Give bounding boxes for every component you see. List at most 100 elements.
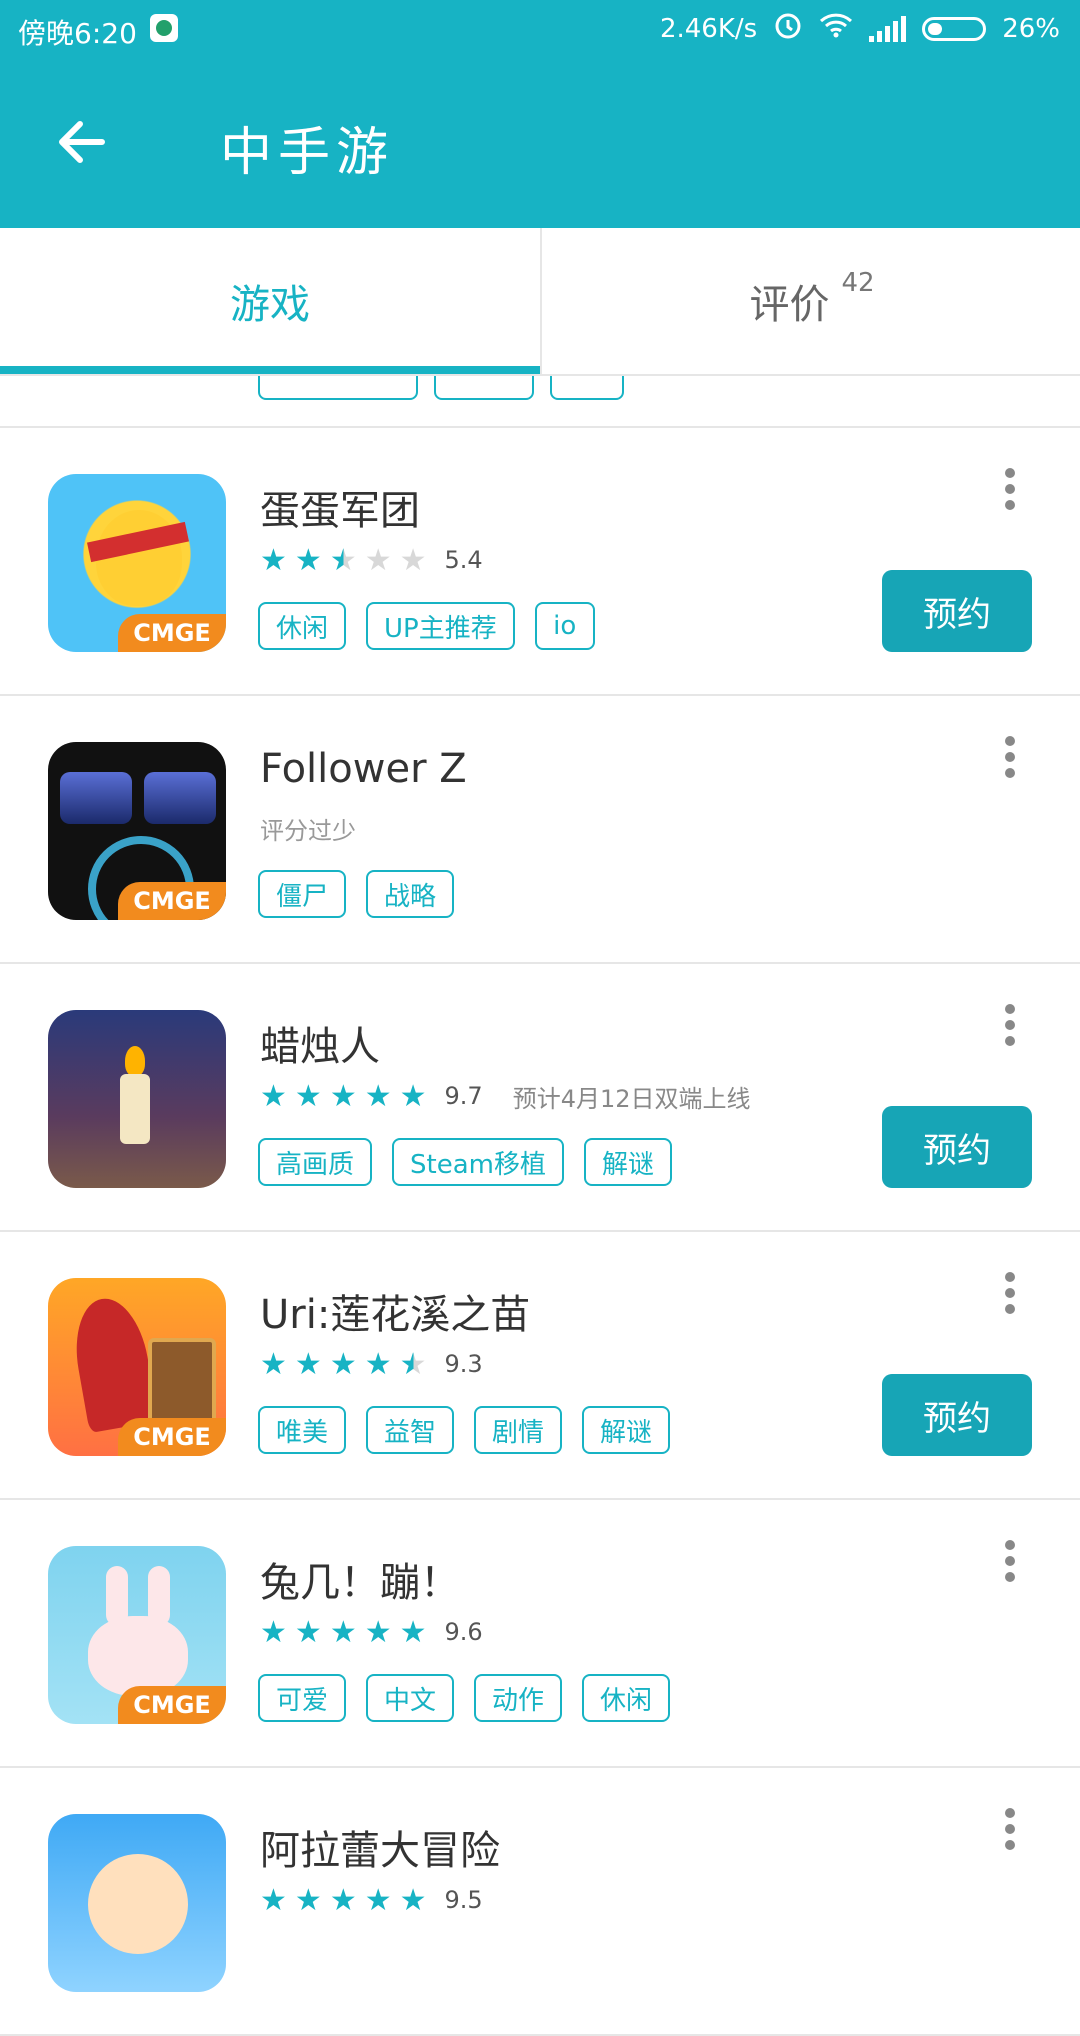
publisher-badge: CMGE (118, 882, 226, 920)
more-vert-icon[interactable] (998, 462, 1022, 516)
reserve-button[interactable]: 预约 (882, 570, 1032, 652)
tab-games[interactable]: 游戏 (0, 228, 540, 374)
tag-list: 高画质 Steam移植 解谜 (258, 1138, 672, 1186)
game-name: 阿拉蕾大冒险 (260, 1828, 500, 1874)
star-empty-icon: ★ (364, 542, 392, 578)
tab-games-label: 游戏 (230, 282, 310, 328)
star-icon: ★ (260, 1614, 287, 1650)
publisher-badge: CMGE (118, 1418, 226, 1456)
star-icon: ★ (294, 542, 322, 578)
arrow-left-icon[interactable] (52, 112, 112, 172)
tag[interactable]: 休闲 (258, 602, 347, 650)
tag[interactable]: 唯美 (258, 1406, 347, 1454)
page-title: 中手游 (220, 123, 395, 183)
game-name: 蜡烛人 (260, 1024, 380, 1070)
tag[interactable]: 剧情 (474, 1406, 563, 1454)
battery-percent: 26% (1002, 13, 1060, 44)
tag[interactable]: 益智 (366, 1406, 455, 1454)
tag-list: 休闲 UP主推荐 io (258, 602, 595, 650)
star-icon: ★ (260, 1882, 287, 1918)
game-name: 蛋蛋军团 (260, 488, 420, 534)
game-icon (48, 1010, 226, 1188)
tab-reviews[interactable]: 评价 42 (540, 228, 1080, 374)
list-item[interactable]: 阿拉蕾大冒险 ★ ★ ★ ★ ★ 9.5 (0, 1768, 1080, 2036)
rating: ★ ★ ★ ★ ★ 9.5 (260, 1880, 483, 1920)
tag-chip-partial (434, 376, 534, 400)
tag[interactable]: 高画质 (258, 1138, 373, 1186)
star-icon: ★ (364, 1614, 392, 1650)
alarm-icon (773, 10, 803, 47)
tag[interactable]: 休闲 (582, 1674, 671, 1722)
network-speed: 2.46K/s (659, 13, 758, 44)
app-bar: 中手游 (0, 64, 1080, 228)
tab-bar: 游戏 评价 42 (0, 228, 1080, 376)
star-half-icon: ★ (399, 1346, 427, 1382)
star-icon: ★ (329, 1078, 357, 1114)
list-item[interactable]: CMGE 蛋蛋军团 ★ ★ ★ ★ ★ 5.4 休闲 UP主推荐 io 预约 (0, 428, 1080, 696)
star-icon: ★ (364, 1078, 392, 1114)
tag[interactable]: 解谜 (583, 1138, 672, 1186)
more-vert-icon[interactable] (998, 1802, 1022, 1856)
tag-list: 唯美 益智 剧情 解谜 (258, 1406, 671, 1454)
game-icon: CMGE (48, 742, 226, 920)
list-item[interactable]: CMGE Follower Z 评分过少 僵尸 战略 (0, 696, 1080, 964)
tag[interactable]: Steam移植 (392, 1138, 564, 1186)
star-icon: ★ (260, 542, 287, 578)
star-empty-icon: ★ (399, 542, 427, 578)
star-icon: ★ (294, 1614, 322, 1650)
tag[interactable]: 解谜 (582, 1406, 671, 1454)
star-half-icon: ★ (329, 542, 357, 578)
tag[interactable]: 可爱 (258, 1674, 347, 1722)
reserve-button[interactable]: 预约 (882, 1374, 1032, 1456)
rating-score: 9.3 (444, 1350, 483, 1378)
tag[interactable]: 动作 (474, 1674, 563, 1722)
game-icon (48, 1814, 226, 1992)
tag[interactable]: UP主推荐 (366, 602, 515, 650)
game-name: Follower Z (260, 746, 467, 792)
star-icon: ★ (364, 1346, 392, 1382)
game-icon: CMGE (48, 1278, 226, 1456)
star-icon: ★ (329, 1346, 357, 1382)
more-vert-icon[interactable] (998, 1534, 1022, 1588)
review-count-badge: 42 (841, 268, 875, 298)
tag[interactable]: 僵尸 (258, 870, 347, 918)
list-item-partial (0, 376, 1080, 428)
reserve-button[interactable]: 预约 (882, 1106, 1032, 1188)
rating-score: 9.7 (444, 1082, 483, 1110)
signal-icon (869, 15, 907, 42)
star-icon: ★ (364, 1882, 392, 1918)
wifi-icon (819, 12, 853, 45)
star-icon: ★ (399, 1614, 427, 1650)
status-bar: 傍晚6:20 2.46K/s 26% (0, 0, 1080, 64)
tag[interactable]: 中文 (366, 1674, 455, 1722)
tag-chip-partial (550, 376, 624, 400)
tag[interactable]: io (534, 602, 595, 650)
publisher-badge: CMGE (118, 1686, 226, 1724)
more-vert-icon[interactable] (998, 998, 1022, 1052)
tag[interactable]: 战略 (366, 870, 455, 918)
star-icon: ★ (329, 1614, 357, 1650)
publisher-badge: CMGE (118, 614, 226, 652)
rating: 评分过少 (260, 808, 356, 848)
game-name: 兔几！蹦！ (260, 1560, 460, 1606)
game-icon: CMGE (48, 1546, 226, 1724)
rating: ★ ★ ★ ★ ★ 9.6 (260, 1612, 483, 1652)
list-item[interactable]: CMGE 兔几！蹦！ ★ ★ ★ ★ ★ 9.6 可爱 中文 动作 休闲 (0, 1500, 1080, 1768)
tag-list: 可爱 中文 动作 休闲 (258, 1674, 671, 1722)
rating-score: 9.5 (444, 1886, 483, 1914)
star-icon: ★ (399, 1078, 427, 1114)
star-icon: ★ (294, 1078, 322, 1114)
rating-insufficient: 评分过少 (260, 816, 356, 845)
star-icon: ★ (260, 1346, 287, 1382)
status-time: 傍晚6:20 (18, 17, 137, 50)
more-vert-icon[interactable] (998, 730, 1022, 784)
game-icon: CMGE (48, 474, 226, 652)
rating-score: 9.6 (444, 1618, 483, 1646)
list-item[interactable]: CMGE Uri:莲花溪之苗 ★ ★ ★ ★ ★ 9.3 唯美 益智 剧情 解谜… (0, 1232, 1080, 1500)
battery-icon (922, 16, 987, 41)
rating-score: 5.4 (444, 546, 483, 574)
notification-app-icon (150, 14, 178, 42)
list-item[interactable]: 蜡烛人 ★ ★ ★ ★ ★ 9.7 预计4月12日双端上线 高画质 Steam移… (0, 964, 1080, 1232)
tag-list: 僵尸 战略 (258, 870, 455, 918)
more-vert-icon[interactable] (998, 1266, 1022, 1320)
